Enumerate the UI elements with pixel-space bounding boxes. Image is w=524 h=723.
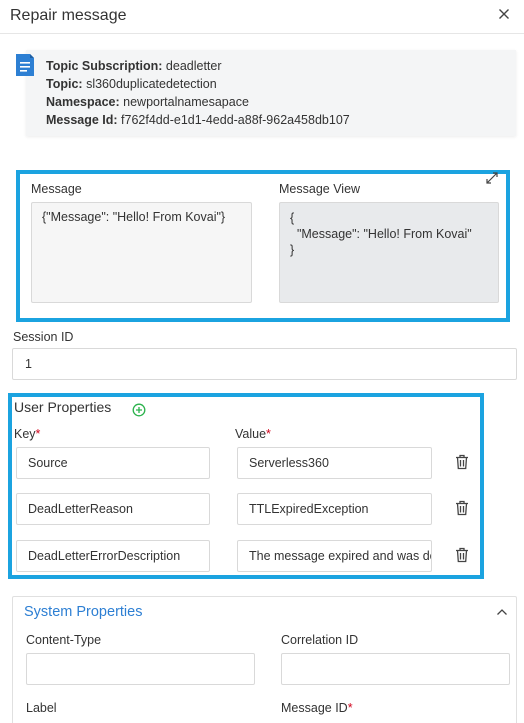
topic-subscription-value: deadletter (165, 59, 222, 73)
required-mark: * (35, 427, 41, 441)
property-value-input[interactable]: Serverless360 (237, 447, 432, 479)
trash-icon[interactable] (455, 500, 469, 516)
namespace-row: Namespace: newportalnamesapace (46, 95, 249, 109)
dialog-title: Repair message (10, 7, 127, 24)
correlation-id-label: Correlation ID (281, 633, 359, 647)
message-textarea[interactable]: {"Message": "Hello! From Kovai"} (31, 202, 252, 303)
topic-label: Topic: (46, 77, 83, 91)
message-view-panel: { "Message": "Hello! From Kovai" } (279, 202, 499, 303)
user-properties-heading: User Properties (14, 399, 112, 415)
property-key-input[interactable]: DeadLetterErrorDescription (16, 540, 210, 572)
topic-row: Topic: sl360duplicatedetection (46, 77, 217, 91)
user-properties-section: User Properties Key* Value* Source Serve… (8, 393, 484, 579)
required-mark: * (266, 427, 271, 441)
chevron-up-icon[interactable] (496, 607, 508, 617)
topic-subscription-row: Topic Subscription: deadletter (46, 59, 222, 73)
trash-icon[interactable] (455, 454, 469, 470)
message-label: Message (31, 182, 82, 196)
session-id-label: Session ID (13, 330, 74, 344)
correlation-id-input[interactable] (281, 653, 510, 685)
property-value-input[interactable]: TTLExpiredException (237, 493, 432, 525)
message-id-value: f762f4dd-e1d1-4edd-a88f-962a458db107 (121, 113, 350, 127)
trash-icon[interactable] (455, 547, 469, 563)
message-id-row: Message Id: f762f4dd-e1d1-4edd-a88f-962a… (46, 113, 350, 127)
property-value-input[interactable]: The message expired and was dead lettere… (237, 540, 432, 572)
message-view-label: Message View (279, 182, 361, 196)
topic-subscription-label: Topic Subscription: (46, 59, 163, 73)
system-properties-heading[interactable]: System Properties (24, 604, 142, 620)
namespace-value: newportalnamesapace (123, 95, 249, 109)
document-icon (16, 54, 34, 76)
message-id-label: Message Id: (46, 113, 118, 127)
message-section: Message {"Message": "Hello! From Kovai"}… (16, 170, 510, 322)
key-column-label: Key* (14, 427, 41, 441)
add-circle-icon[interactable] (132, 403, 146, 417)
dialog-header: Repair message (0, 0, 524, 34)
message-info-card: Topic Subscription: deadletter Topic: sl… (16, 50, 516, 136)
content-type-input[interactable] (26, 653, 255, 685)
content-type-label: Content-Type (26, 633, 102, 647)
system-properties-section: System Properties Content-Type Correlati… (12, 596, 517, 723)
expand-icon[interactable] (486, 172, 498, 184)
session-id-input[interactable]: 1 (12, 348, 517, 380)
namespace-label: Namespace: (46, 95, 120, 109)
property-key-input[interactable]: DeadLetterReason (16, 493, 210, 525)
label-field-label: Label (26, 701, 57, 715)
topic-value: sl360duplicatedetection (86, 77, 217, 91)
property-key-input[interactable]: Source (16, 447, 210, 479)
required-mark: * (347, 701, 353, 715)
close-icon[interactable] (496, 6, 512, 22)
message-id-field-label: Message ID* (281, 701, 353, 715)
value-column-label: Value* (235, 427, 271, 441)
